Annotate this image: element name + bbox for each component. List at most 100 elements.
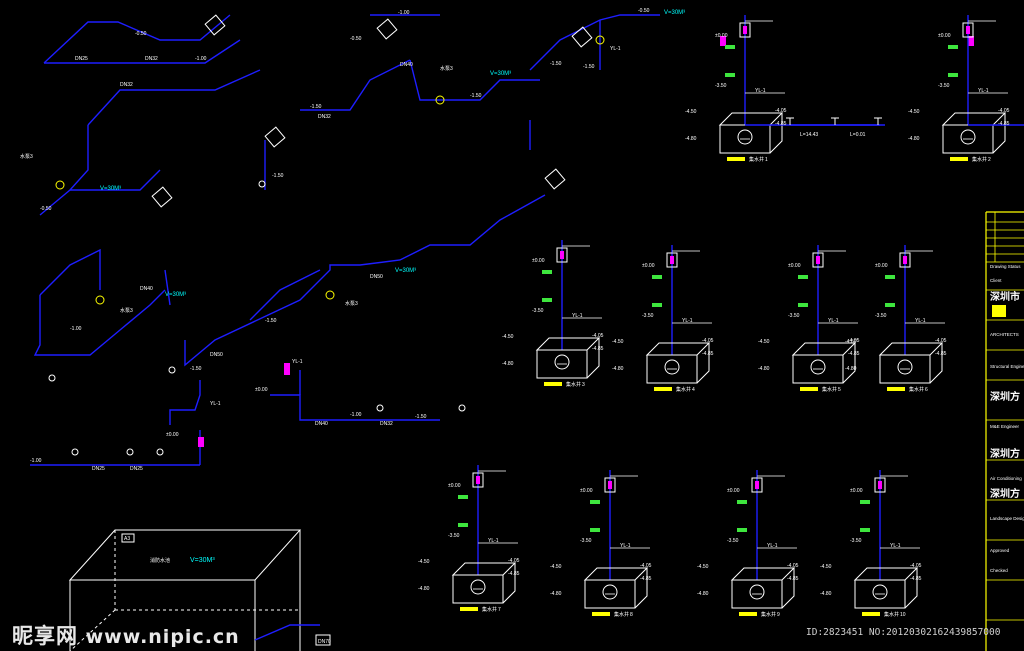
watermark: 昵享网 www.nipic.cn — [12, 620, 240, 650]
unit-elev-label: -4.50 — [612, 339, 624, 345]
unit-number: 10 — [900, 612, 906, 618]
label-volume: V=30M³ — [664, 10, 685, 16]
unit-green-tag — [798, 303, 808, 307]
unit-elev-label: -4.50 — [697, 564, 709, 570]
label-elev: -1.00 — [30, 458, 42, 464]
unit-pump-label: YL-1 — [915, 318, 926, 324]
title-block-label: Air Conditioning — [990, 476, 1022, 481]
unit-elev-label: -4.80 — [758, 366, 770, 372]
label-elev: -0.50 — [638, 8, 650, 14]
unit-basin-label: 集水井 — [972, 156, 987, 163]
unit-elev-label: -4.50 — [908, 109, 920, 115]
unit-elev-label: -4.05 — [702, 338, 714, 344]
unit-pump-label: YL-1 — [890, 543, 901, 549]
unit-pump-label: YL-1 — [978, 88, 989, 94]
title-block-company: 深圳方 — [990, 447, 1024, 460]
unit-green-tag — [860, 500, 870, 504]
unit-pump-label: YL-1 — [488, 538, 499, 544]
unit-elev-label: -4.85 — [592, 346, 604, 352]
label-pump-tag: 水泵3 — [440, 65, 453, 72]
unit-number: 9 — [777, 612, 780, 618]
unit-elev-label: -4.05 — [935, 338, 947, 344]
label-elev: -1.00 — [398, 10, 410, 16]
branch-length-label: L=0.01 — [850, 132, 866, 138]
watermark-meta: ID:2823451 NO:20120302162439857000 — [806, 627, 1001, 638]
label-dn: DN32 — [318, 114, 331, 120]
unit-elev-label: -4.50 — [502, 334, 514, 340]
unit-elev-label: -4.05 — [508, 558, 520, 564]
watermark-url: www.nipic.cn — [85, 626, 240, 648]
unit-yellow-tag — [950, 157, 968, 161]
background — [0, 0, 1024, 651]
unit-green-tag — [948, 45, 958, 49]
unit-green-tag — [885, 303, 895, 307]
unit-green-tag — [725, 73, 735, 77]
unit-pump-label: YL-1 — [682, 318, 693, 324]
unit-elev-label: -4.80 — [502, 361, 514, 367]
unit-basin-label: 集水井 — [761, 611, 776, 618]
unit-yellow-tag — [544, 382, 562, 386]
unit-elev-label: -4.85 — [787, 576, 799, 582]
unit-elev-label: -4.85 — [508, 571, 520, 577]
unit-yellow-tag — [654, 387, 672, 391]
unit-elev-label: -4.85 — [910, 576, 922, 582]
title-block-label: Structural Engineer — [990, 364, 1024, 369]
label-elev: ±0.00 — [255, 387, 268, 393]
label-elev: -0.50 — [40, 206, 52, 212]
label-elev: -1.50 — [190, 366, 202, 372]
unit-elev-label: -4.80 — [418, 586, 430, 592]
unit-yellow-tag — [460, 607, 478, 611]
unit-pump-label: YL-1 — [620, 543, 631, 549]
label-dn: DN50 — [370, 274, 383, 280]
label-dn: DN25 — [75, 56, 88, 62]
unit-elev-label: -4.05 — [640, 563, 652, 569]
label-pump-tag: 水泵3 — [120, 307, 133, 314]
unit-pump-label: YL-1 — [767, 543, 778, 549]
unit-elev-label: -4.50 — [550, 564, 562, 570]
title-block-company: 深圳方 — [990, 390, 1024, 403]
unit-elev-label: -4.50 — [845, 339, 857, 345]
unit-elev-label: -4.85 — [775, 121, 787, 127]
unit-elev-label: -4.85 — [848, 351, 860, 357]
label-volume: V=30M³ — [490, 71, 511, 77]
unit-green-tag — [737, 500, 747, 504]
title-block-label: Client — [990, 278, 1002, 283]
label-dn: DN32 — [380, 421, 393, 427]
unit-elev-label: -4.50 — [685, 109, 697, 115]
label-elev: -1.00 — [70, 326, 82, 332]
unit-basin-label: 集水井 — [566, 381, 581, 388]
firm-logo-icon — [992, 305, 1006, 317]
label-volume: V=30M³ — [165, 292, 186, 298]
unit-elev-label: ±0.00 — [850, 488, 863, 494]
label-dn: DN40 — [140, 286, 153, 292]
label-elev: -1.50 — [265, 318, 277, 324]
unit-elev-label: -4.80 — [845, 366, 857, 372]
unit-elev-label: -4.80 — [908, 136, 920, 142]
unit-elev-label: -3.50 — [788, 313, 800, 319]
unit-green-tag — [652, 275, 662, 279]
label-elev: -0.50 — [135, 31, 147, 37]
unit-basin-label: 集水井 — [749, 156, 764, 163]
label-volume: V=30M³ — [395, 268, 416, 274]
unit-elev-label: -4.50 — [820, 564, 832, 570]
unit-number: 1 — [765, 157, 768, 163]
unit-elev-label: ±0.00 — [642, 263, 655, 269]
unit-green-tag — [542, 298, 552, 302]
unit-elev-label: -3.50 — [715, 83, 727, 89]
label-elev: ±0.00 — [166, 432, 179, 438]
watermark-brand: 昵享网 — [12, 624, 78, 648]
tank-pipe-label: DN70 — [318, 639, 331, 645]
unit-elev-label: -4.85 — [935, 351, 947, 357]
unit-elev-label: -4.80 — [612, 366, 624, 372]
drawing-canvas: -0.50 DN25 DN32 -1.00 -0.50 -1.00 -1.50 … — [0, 0, 1024, 651]
unit-elev-label: -4.05 — [775, 108, 787, 114]
unit-elev-label: -4.05 — [998, 108, 1010, 114]
unit-elev-label: -3.50 — [875, 313, 887, 319]
label-elev: -1.50 — [415, 414, 427, 420]
unit-yellow-tag — [727, 157, 745, 161]
label-elev: -0.50 — [350, 36, 362, 42]
unit-elev-label: -3.50 — [938, 83, 950, 89]
label-elev: -1.00 — [195, 56, 207, 62]
title-block-company: 深圳市 — [990, 290, 1024, 303]
title-block-label: M&E Engineer — [990, 424, 1020, 429]
